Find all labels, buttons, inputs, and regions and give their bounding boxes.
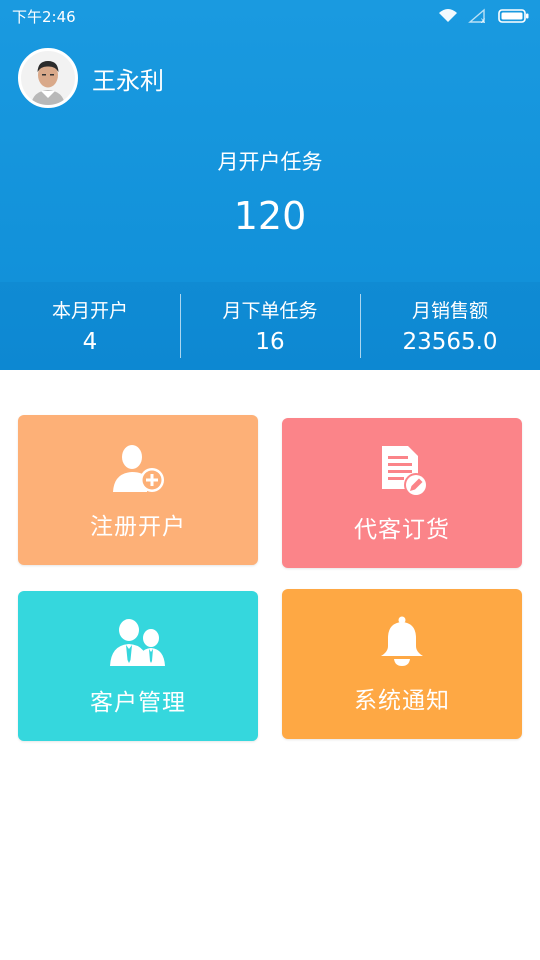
stat-monthly-accounts[interactable]: 本月开户 4	[0, 282, 180, 370]
user-avatar-icon	[21, 51, 75, 105]
stat-label: 本月开户	[51, 300, 128, 322]
tile-label: 代客订货	[354, 517, 450, 543]
add-user-icon	[110, 439, 166, 497]
stat-value: 23565.0	[402, 329, 498, 355]
order-document-icon	[374, 442, 430, 500]
status-icons: x	[438, 8, 530, 24]
signal-icon: x	[468, 8, 488, 24]
register-account-button[interactable]: 注册开户	[18, 415, 258, 565]
stats-bar: 本月开户 4 月下单任务 16 月销售额 23565.0	[0, 282, 540, 370]
tile-label: 注册开户	[90, 514, 186, 540]
stat-label: 月下单任务	[222, 300, 318, 322]
status-time: 下午2:46	[12, 7, 76, 26]
profile[interactable]: 王永利	[18, 48, 164, 108]
stat-value: 16	[255, 329, 285, 355]
bell-icon	[374, 613, 430, 671]
header: 下午2:46 x 王永利 月开户任务 120 本月开户 4 月下单任务 16 月…	[0, 0, 540, 370]
status-bar: 下午2:46 x	[0, 0, 540, 32]
stat-label: 月销售额	[411, 300, 488, 322]
stat-value: 4	[82, 329, 98, 355]
wifi-icon	[438, 8, 458, 24]
stat-monthly-sales[interactable]: 月销售额 23565.0	[360, 282, 540, 370]
tile-label: 客户管理	[90, 690, 186, 716]
customer-management-button[interactable]: 客户管理	[18, 591, 258, 741]
stat-monthly-orders[interactable]: 月下单任务 16	[180, 282, 360, 370]
svg-text:x: x	[481, 16, 485, 24]
task-title: 月开户任务	[217, 150, 323, 174]
user-name: 王永利	[92, 66, 164, 95]
task-value: 120	[233, 194, 307, 238]
system-notification-button[interactable]: 系统通知	[282, 589, 522, 739]
order-for-customer-button[interactable]: 代客订货	[282, 418, 522, 568]
customers-icon	[109, 615, 167, 673]
battery-icon	[498, 8, 530, 24]
tile-label: 系统通知	[354, 688, 450, 714]
avatar[interactable]	[18, 48, 78, 108]
